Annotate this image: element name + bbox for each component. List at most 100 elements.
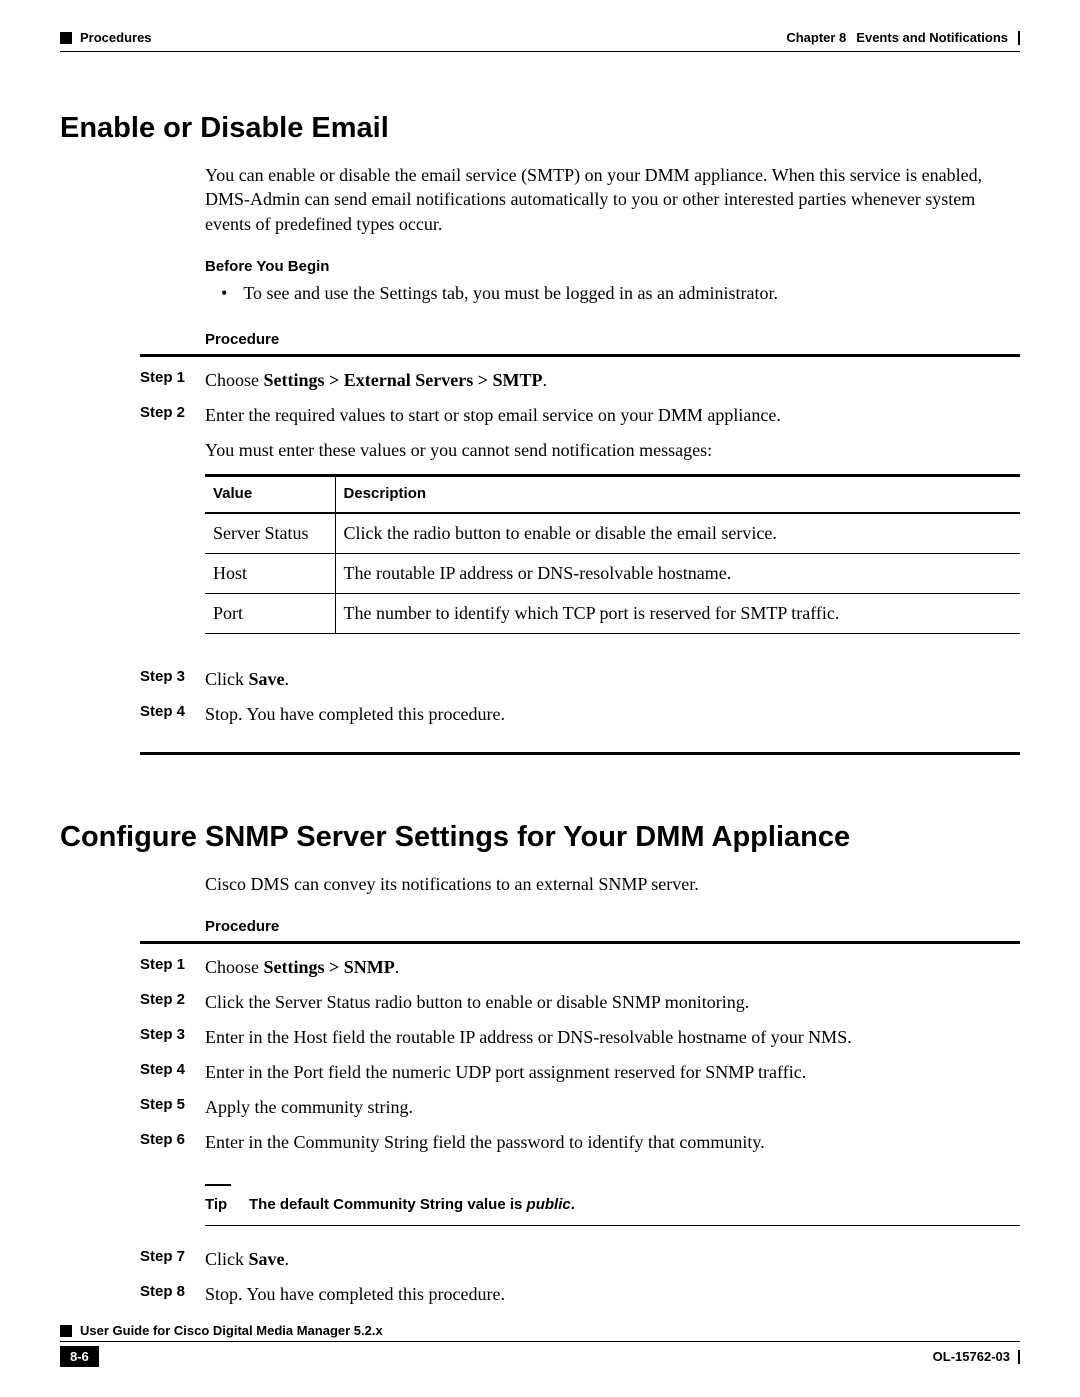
- s1-step1-label: Step 1: [140, 367, 205, 386]
- tip-underline: [205, 1225, 1020, 1226]
- section2-steps: Step 1 Choose Settings > SNMP. Step 2 Cl…: [140, 941, 1020, 1309]
- s2-step6-text: Enter in the Community String field the …: [205, 1129, 1020, 1156]
- page: Procedures Chapter 8 Events and Notifica…: [0, 0, 1080, 1397]
- s2-step5-text: Apply the community string.: [205, 1094, 1020, 1121]
- before-bullet-text: To see and use the Settings tab, you mus…: [243, 281, 778, 305]
- s2-step2-label: Step 2: [140, 989, 205, 1008]
- header-square-icon: [60, 32, 72, 44]
- s2-step7-bold: Save: [249, 1249, 285, 1269]
- section1-steps-bottom-rule: [140, 752, 1020, 755]
- footer-rule: [60, 1341, 1020, 1342]
- header-right: Chapter 8 Events and Notifications: [786, 30, 1020, 45]
- s1-step1-text: Choose Settings > External Servers > SMT…: [205, 367, 1020, 394]
- section1-steps: Step 1 Choose Settings > External Server…: [140, 354, 1020, 755]
- s1-step2-line2: You must enter these values or you canno…: [205, 437, 1020, 464]
- s2-step3-text: Enter in the Host field the routable IP …: [205, 1024, 1020, 1051]
- s2-step8-label: Step 8: [140, 1281, 205, 1300]
- s1-step2: Step 2 Enter the required values to star…: [140, 402, 1020, 658]
- tip-text: The default Community String value is pu…: [249, 1194, 575, 1217]
- s2-step4-label: Step 4: [140, 1059, 205, 1078]
- s1-step2-line1: Enter the required values to start or st…: [205, 402, 1020, 429]
- tip-post: .: [571, 1196, 575, 1213]
- s1-step1-pre: Choose: [205, 370, 264, 390]
- table-cell-desc: The number to identify which TCP port is…: [335, 593, 1020, 633]
- procedure-label-1: Procedure: [205, 331, 1020, 348]
- s2-step4-text: Enter in the Port field the numeric UDP …: [205, 1059, 1020, 1086]
- tip-row-wrapper: Tip The default Community String value i…: [140, 1164, 1020, 1239]
- s2-step3-label: Step 3: [140, 1024, 205, 1043]
- header-rule: [60, 51, 1020, 52]
- page-number-badge: 8-6: [60, 1346, 99, 1367]
- procedure-label-2: Procedure: [205, 918, 1020, 935]
- before-bullet-row: • To see and use the Settings tab, you m…: [205, 281, 1020, 305]
- section1-body: You can enable or disable the email serv…: [205, 163, 1020, 348]
- s1-step3-text: Click Save.: [205, 666, 1020, 693]
- s2-step4: Step 4 Enter in the Port field the numer…: [140, 1059, 1020, 1086]
- s2-step7: Step 7 Click Save.: [140, 1246, 1020, 1273]
- s2-step2-text: Click the Server Status radio button to …: [205, 989, 1020, 1016]
- s1-step4-label: Step 4: [140, 701, 205, 720]
- section2-body: Cisco DMS can convey its notifications t…: [205, 872, 1020, 935]
- footer-title-row: User Guide for Cisco Digital Media Manag…: [60, 1323, 1020, 1338]
- s2-step1-bold: Settings > SNMP: [264, 957, 395, 977]
- footer-vertical-bar-icon: [1018, 1350, 1020, 1364]
- section1-heading: Enable or Disable Email: [60, 112, 1020, 145]
- s1-step2-label: Step 2: [140, 402, 205, 421]
- table-header-value: Value: [205, 476, 335, 513]
- running-header: Procedures Chapter 8 Events and Notifica…: [60, 30, 1020, 45]
- tip-pre: The default Community String value is: [249, 1196, 527, 1213]
- footer-guide-title: User Guide for Cisco Digital Media Manag…: [80, 1323, 383, 1338]
- s1-step3-bold: Save: [249, 669, 285, 689]
- s1-step3-post: .: [285, 669, 290, 689]
- section1-steps-top-rule: [140, 354, 1020, 357]
- before-you-begin-label: Before You Begin: [205, 258, 1020, 275]
- footer-square-icon: [60, 1325, 72, 1337]
- tip-block: Tip The default Community String value i…: [205, 1184, 1020, 1227]
- section2-steps-top-rule: [140, 941, 1020, 944]
- s1-step1-post: .: [542, 370, 547, 390]
- header-chapter-title: Events and Notifications: [856, 30, 1008, 45]
- s1-step3: Step 3 Click Save.: [140, 666, 1020, 693]
- s1-step3-label: Step 3: [140, 666, 205, 685]
- s1-step2-text: Enter the required values to start or st…: [205, 402, 1020, 658]
- s1-step3-pre: Click: [205, 669, 249, 689]
- s2-step6-label: Step 6: [140, 1129, 205, 1148]
- section2-heading: Configure SNMP Server Settings for Your …: [60, 821, 1020, 854]
- s2-step7-post: .: [285, 1249, 290, 1269]
- section1-intro: You can enable or disable the email serv…: [205, 163, 1020, 236]
- table-cell-value: Host: [205, 553, 335, 593]
- table-cell-value: Port: [205, 593, 335, 633]
- s2-step1-label: Step 1: [140, 954, 205, 973]
- s1-step4-text: Stop. You have completed this procedure.: [205, 701, 1020, 728]
- tip-overline: [205, 1184, 231, 1186]
- tip-italic: public: [527, 1196, 571, 1213]
- table-cell-desc: Click the radio button to enable or disa…: [335, 513, 1020, 554]
- s2-step3: Step 3 Enter in the Host field the routa…: [140, 1024, 1020, 1051]
- table-header-description: Description: [335, 476, 1020, 513]
- tip-label: Tip: [205, 1194, 249, 1217]
- s2-step2: Step 2 Click the Server Status radio but…: [140, 989, 1020, 1016]
- s2-step8: Step 8 Stop. You have completed this pro…: [140, 1281, 1020, 1308]
- s2-step5: Step 5 Apply the community string.: [140, 1094, 1020, 1121]
- footer-right: OL-15762-03: [933, 1349, 1020, 1364]
- s2-step1-post: .: [395, 957, 400, 977]
- table-row: Server Status Click the radio button to …: [205, 513, 1020, 554]
- table-row: Port The number to identify which TCP po…: [205, 593, 1020, 633]
- header-chapter: Chapter 8: [786, 30, 846, 45]
- s2-step1-text: Choose Settings > SNMP.: [205, 954, 1020, 981]
- bullet-icon: •: [221, 281, 227, 305]
- s1-step1-bold: Settings > External Servers > SMTP: [264, 370, 543, 390]
- s2-step7-pre: Click: [205, 1249, 249, 1269]
- header-left: Procedures: [60, 30, 152, 45]
- s1-step4: Step 4 Stop. You have completed this pro…: [140, 701, 1020, 728]
- s2-step7-label: Step 7: [140, 1246, 205, 1265]
- header-vertical-bar-icon: [1018, 31, 1020, 45]
- footer-doc-id: OL-15762-03: [933, 1349, 1010, 1364]
- page-footer: User Guide for Cisco Digital Media Manag…: [60, 1323, 1020, 1367]
- table-row: Host The routable IP address or DNS-reso…: [205, 553, 1020, 593]
- s2-step1: Step 1 Choose Settings > SNMP.: [140, 954, 1020, 981]
- s2-step1-pre: Choose: [205, 957, 264, 977]
- table-cell-desc: The routable IP address or DNS-resolvabl…: [335, 553, 1020, 593]
- header-section-name: Procedures: [80, 30, 152, 45]
- section2-intro: Cisco DMS can convey its notifications t…: [205, 872, 1020, 896]
